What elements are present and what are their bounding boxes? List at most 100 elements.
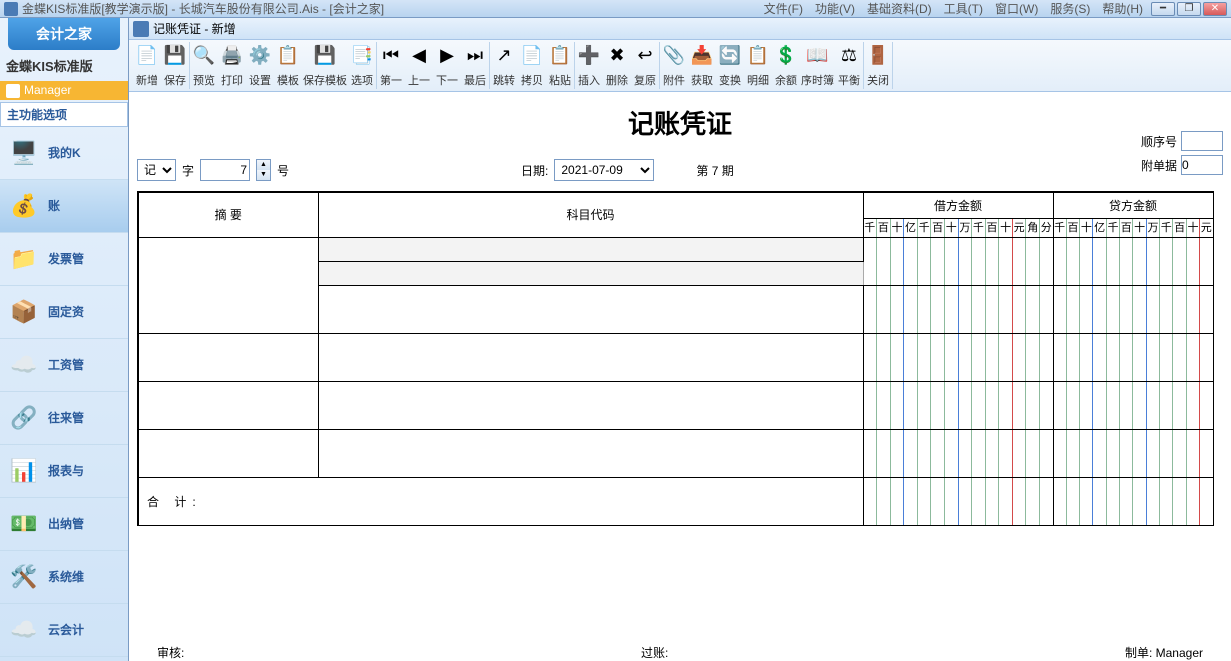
preview-icon: 🔍 [193,44,215,66]
save-icon: 💾 [164,44,186,66]
tb-fetch[interactable]: 📥获取 [688,42,716,90]
menu-base[interactable]: 基础资料(D) [867,0,932,17]
tb-attach[interactable]: 📎附件 [660,42,688,90]
auditor-label: 审核: [157,644,184,661]
subwindow-titlebar: 记账凭证 - 新增 [129,18,1231,40]
voucher-meta: 记 字 ▲▼ 号 日期: 2021-07-09 第 7 期 顺序号 附单据 [137,159,1223,181]
tb-settings[interactable]: ⚙️设置 [246,42,274,90]
monitor-icon: 🖥️ [8,137,40,169]
nav-my-k[interactable]: 🖥️我的K [0,127,128,180]
tb-insert[interactable]: ➕插入 [575,42,603,90]
menubar: 文件(F) 功能(V) 基础资料(D) 工具(T) 窗口(W) 服务(S) 帮助… [764,0,1143,17]
nav-asset[interactable]: 📦固定资 [0,286,128,339]
menu-help[interactable]: 帮助(H) [1102,0,1143,17]
grid-row[interactable] [138,429,1213,477]
attach-input[interactable] [1181,155,1223,175]
tb-ledger[interactable]: 📖序时簿 [800,42,835,90]
grid-row[interactable] [138,237,1213,261]
link-icon: 🔗 [8,402,40,434]
grid-total-row: 合 计: [138,477,1213,525]
detail-icon: 📋 [747,44,769,66]
money-icon: 💰 [8,190,40,222]
grid-row[interactable] [138,333,1213,381]
grid-row[interactable] [138,285,1213,333]
user-icon [6,84,20,98]
tb-template[interactable]: 📋模板 [274,42,302,90]
maker: 制单: Manager [1125,644,1203,661]
tb-balance[interactable]: 💲余额 [772,42,800,90]
jump-icon: ↗ [493,44,515,66]
tb-next[interactable]: ▶下一 [433,42,461,90]
tb-copy[interactable]: 📄拷贝 [518,42,546,90]
menu-func[interactable]: 功能(V) [815,0,855,17]
titlebar: 金蝶KIS标准版[教学演示版] - 长城汽车股份有限公司.Ais - [会计之家… [0,0,1231,18]
menu-file[interactable]: 文件(F) [764,0,803,17]
tb-prev[interactable]: ◀上一 [405,42,433,90]
tb-transform[interactable]: 🔄变换 [716,42,744,90]
tb-detail[interactable]: 📋明细 [744,42,772,90]
nav-system[interactable]: 🛠️系统维 [0,551,128,604]
transform-icon: 🔄 [719,44,741,66]
nav-cloud[interactable]: ☁️云会计 [0,604,128,657]
tb-jump[interactable]: ↗跳转 [490,42,518,90]
nav-salary[interactable]: ☁️工资管 [0,339,128,392]
fetch-icon: 📥 [691,44,713,66]
menu-window[interactable]: 窗口(W) [995,0,1038,17]
voucher-grid[interactable]: 摘 要 科目代码 借方金额 贷方金额 千百十亿千百十万千百十元角分 千百十亿千百… [137,191,1214,526]
savetpl-icon: 💾 [314,44,336,66]
tb-preview[interactable]: 🔍预览 [190,42,218,90]
nav-transactions[interactable]: 🔗往来管 [0,392,128,445]
tb-savetpl[interactable]: 💾保存模板 [302,42,348,90]
titlebar-text: 金蝶KIS标准版[教学演示版] - 长城汽车股份有限公司.Ais - [会计之家… [22,0,764,17]
print-icon: 🖨️ [221,44,243,66]
tb-options[interactable]: 📑选项 [348,42,376,90]
tb-new[interactable]: 📄新增 [133,42,161,90]
period-text: 第 7 期 [696,162,733,179]
tb-first[interactable]: ⏮第一 [377,42,405,90]
chart-icon: 📊 [8,455,40,487]
voucher-number-input[interactable] [200,159,250,181]
scale-icon: ⚖ [838,44,860,66]
main-options[interactable]: 主功能选项 [0,102,128,127]
exit-icon: 🚪 [867,44,889,66]
attach-icon: 📎 [663,44,685,66]
nav-invoice[interactable]: 📁发票管 [0,233,128,286]
voucher-footer: 审核: 过账: 制单: Manager [137,630,1223,661]
col-summary: 摘 要 [138,192,318,237]
nav-reports[interactable]: 📊报表与 [0,445,128,498]
cash-icon: 💵 [8,508,40,540]
number-spinner[interactable]: ▲▼ [256,159,271,181]
tb-last[interactable]: ⏭最后 [461,42,489,90]
col-debit: 借方金额 [863,192,1053,218]
home-tab[interactable]: 会计之家 [8,18,120,50]
maximize-button[interactable]: ❐ [1177,2,1201,16]
tb-undo[interactable]: ↩复原 [631,42,659,90]
voucher-type-select[interactable]: 记 [137,159,176,181]
col-credit: 贷方金额 [1053,192,1213,218]
col-subject: 科目代码 [318,192,863,237]
voucher-title: 记账凭证 [137,104,1223,141]
tool-icon: 🛠️ [8,561,40,593]
tb-paste[interactable]: 📋粘贴 [546,42,574,90]
menu-service[interactable]: 服务(S) [1050,0,1090,17]
menu-tool[interactable]: 工具(T) [944,0,983,17]
nav-cashier[interactable]: 💵出纳管 [0,498,128,551]
seq-input[interactable] [1181,131,1223,151]
nav-accounting[interactable]: 💰账 [0,180,128,233]
paste-icon: 📋 [549,44,571,66]
cloud-icon: ☁️ [8,349,40,381]
grid-row[interactable] [138,381,1213,429]
tb-close[interactable]: 🚪关闭 [864,42,892,90]
date-picker[interactable]: 2021-07-09 [554,159,654,181]
options-icon: 📑 [351,44,373,66]
close-button[interactable]: ✕ [1203,2,1227,16]
tb-save[interactable]: 💾保存 [161,42,189,90]
template-icon: 📋 [277,44,299,66]
tb-print[interactable]: 🖨️打印 [218,42,246,90]
gear-icon: ⚙️ [249,44,271,66]
debit-digits: 千百十亿千百十万千百十元角分 [864,219,1053,237]
minimize-button[interactable]: ━ [1151,2,1175,16]
tb-equal[interactable]: ⚖平衡 [835,42,863,90]
tb-delete[interactable]: ✖删除 [603,42,631,90]
user-bar[interactable]: Manager [0,81,128,100]
